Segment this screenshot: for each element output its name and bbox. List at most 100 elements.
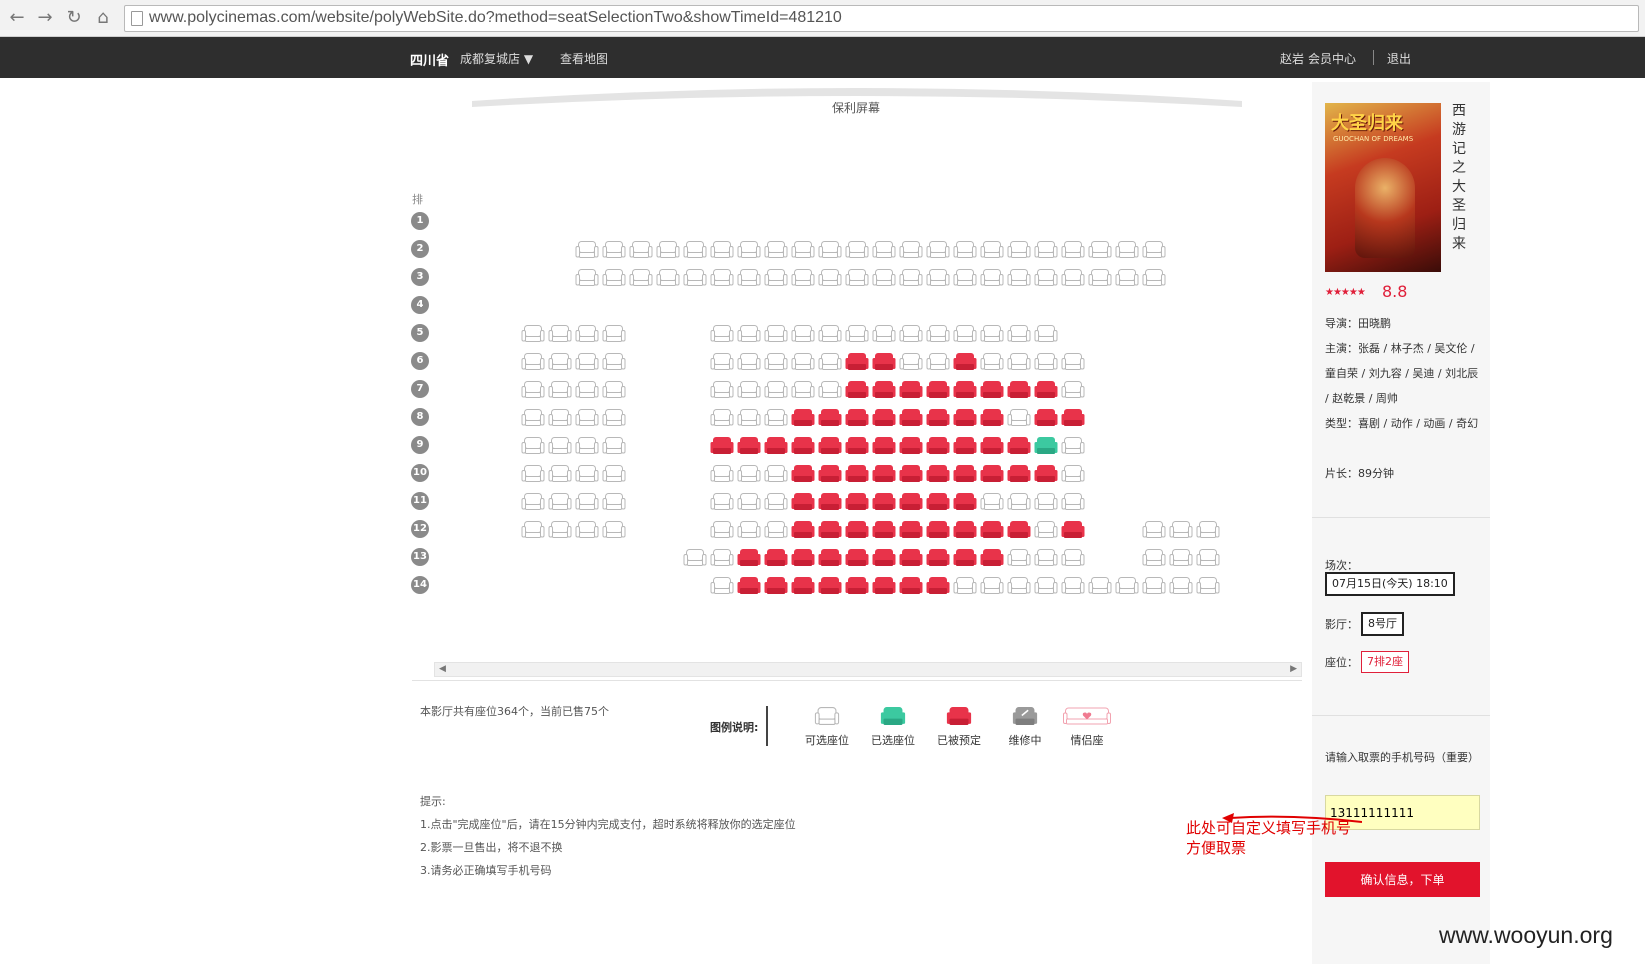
available-seat[interactable]	[818, 324, 842, 343]
available-seat[interactable]	[764, 408, 788, 427]
available-seat[interactable]	[764, 520, 788, 539]
available-seat[interactable]	[845, 240, 869, 259]
scroll-left-icon[interactable]: ◀	[439, 663, 446, 676]
available-seat[interactable]	[575, 380, 599, 399]
available-seat[interactable]	[818, 240, 842, 259]
available-seat[interactable]	[521, 492, 545, 511]
address-bar[interactable]: www.polycinemas.com/website/polyWebSite.…	[124, 5, 1639, 32]
available-seat[interactable]	[1061, 436, 1085, 455]
available-seat[interactable]	[575, 492, 599, 511]
arrow-right-icon[interactable]: →	[34, 7, 56, 29]
user-name[interactable]: 赵岩	[1280, 50, 1304, 67]
available-seat[interactable]	[575, 268, 599, 287]
available-seat[interactable]	[791, 352, 815, 371]
available-seat[interactable]	[899, 268, 923, 287]
available-seat[interactable]	[683, 268, 707, 287]
available-seat[interactable]	[548, 464, 572, 483]
available-seat[interactable]	[710, 548, 734, 567]
available-seat[interactable]	[656, 240, 680, 259]
available-seat[interactable]	[1007, 268, 1031, 287]
available-seat[interactable]	[575, 240, 599, 259]
available-seat[interactable]	[602, 436, 626, 455]
available-seat[interactable]	[1007, 324, 1031, 343]
available-seat[interactable]	[602, 520, 626, 539]
available-seat[interactable]	[791, 268, 815, 287]
available-seat[interactable]	[1007, 408, 1031, 427]
available-seat[interactable]	[1007, 240, 1031, 259]
available-seat[interactable]	[710, 576, 734, 595]
available-seat[interactable]	[548, 408, 572, 427]
available-seat[interactable]	[602, 268, 626, 287]
scroll-right-icon[interactable]: ▶	[1290, 663, 1297, 676]
available-seat[interactable]	[1034, 268, 1058, 287]
available-seat[interactable]	[602, 380, 626, 399]
available-seat[interactable]	[521, 324, 545, 343]
available-seat[interactable]	[602, 352, 626, 371]
available-seat[interactable]	[1061, 492, 1085, 511]
available-seat[interactable]	[764, 464, 788, 483]
available-seat[interactable]	[710, 352, 734, 371]
available-seat[interactable]	[980, 240, 1004, 259]
available-seat[interactable]	[764, 492, 788, 511]
available-seat[interactable]	[1196, 548, 1220, 567]
available-seat[interactable]	[1034, 520, 1058, 539]
home-icon[interactable]: ⌂	[92, 7, 114, 29]
available-seat[interactable]	[575, 408, 599, 427]
city-dropdown[interactable]: 成都复城店 ▼	[460, 50, 533, 67]
selected-seat[interactable]	[1034, 436, 1058, 455]
reload-icon[interactable]: ↻	[63, 7, 85, 29]
available-seat[interactable]	[710, 520, 734, 539]
available-seat[interactable]	[1142, 240, 1166, 259]
available-seat[interactable]	[521, 464, 545, 483]
available-seat[interactable]	[845, 324, 869, 343]
available-seat[interactable]	[764, 268, 788, 287]
available-seat[interactable]	[575, 520, 599, 539]
available-seat[interactable]	[548, 324, 572, 343]
available-seat[interactable]	[548, 436, 572, 455]
available-seat[interactable]	[575, 324, 599, 343]
available-seat[interactable]	[818, 268, 842, 287]
available-seat[interactable]	[521, 352, 545, 371]
available-seat[interactable]	[764, 352, 788, 371]
available-seat[interactable]	[629, 268, 653, 287]
available-seat[interactable]	[602, 324, 626, 343]
available-seat[interactable]	[1061, 352, 1085, 371]
available-seat[interactable]	[1169, 520, 1193, 539]
available-seat[interactable]	[548, 352, 572, 371]
available-seat[interactable]	[1007, 492, 1031, 511]
available-seat[interactable]	[602, 408, 626, 427]
available-seat[interactable]	[899, 240, 923, 259]
available-seat[interactable]	[1088, 576, 1112, 595]
member-center-link[interactable]: 会员中心	[1308, 50, 1356, 67]
available-seat[interactable]	[1169, 548, 1193, 567]
available-seat[interactable]	[1196, 576, 1220, 595]
available-seat[interactable]	[683, 240, 707, 259]
available-seat[interactable]	[521, 408, 545, 427]
available-seat[interactable]	[683, 548, 707, 567]
available-seat[interactable]	[737, 408, 761, 427]
available-seat[interactable]	[1196, 520, 1220, 539]
available-seat[interactable]	[575, 464, 599, 483]
available-seat[interactable]	[1061, 240, 1085, 259]
available-seat[interactable]	[926, 268, 950, 287]
available-seat[interactable]	[1115, 268, 1139, 287]
available-seat[interactable]	[602, 492, 626, 511]
available-seat[interactable]	[1061, 380, 1085, 399]
available-seat[interactable]	[980, 268, 1004, 287]
available-seat[interactable]	[1034, 324, 1058, 343]
available-seat[interactable]	[953, 324, 977, 343]
available-seat[interactable]	[575, 436, 599, 455]
available-seat[interactable]	[656, 268, 680, 287]
available-seat[interactable]	[737, 380, 761, 399]
available-seat[interactable]	[872, 324, 896, 343]
available-seat[interactable]	[791, 240, 815, 259]
available-seat[interactable]	[1034, 352, 1058, 371]
available-seat[interactable]	[1034, 576, 1058, 595]
seatmap-horizontal-scrollbar[interactable]: ◀ ▶	[434, 662, 1302, 677]
available-seat[interactable]	[710, 492, 734, 511]
available-seat[interactable]	[899, 352, 923, 371]
available-seat[interactable]	[710, 464, 734, 483]
available-seat[interactable]	[1007, 576, 1031, 595]
available-seat[interactable]	[548, 492, 572, 511]
available-seat[interactable]	[602, 240, 626, 259]
